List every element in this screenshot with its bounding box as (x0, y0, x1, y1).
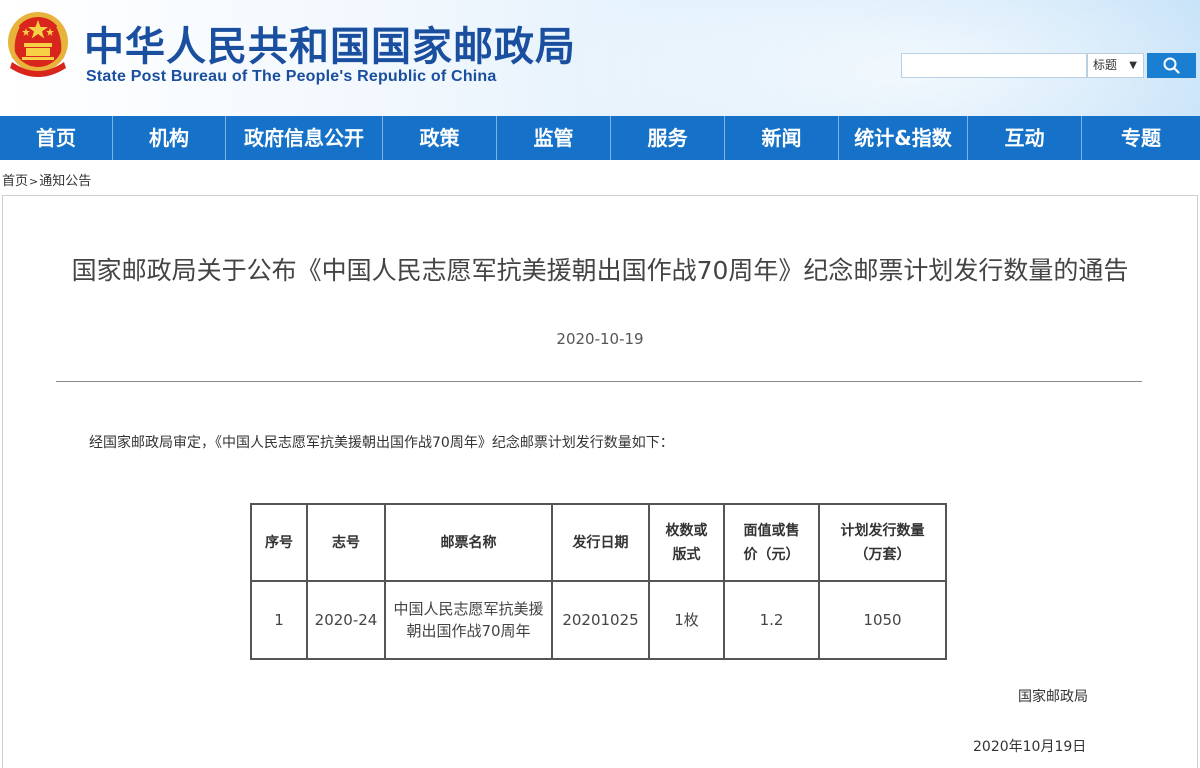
breadcrumb-separator: > (29, 175, 39, 188)
article-title: 国家邮政局关于公布《中国人民志愿军抗美援朝出国作战70周年》纪念邮票计划发行数量… (71, 256, 1129, 285)
table-header-row: 序号 志号 邮票名称 发行日期 枚数或版式 面值或售价（元） 计划发行数量（万套… (250, 503, 947, 582)
breadcrumb: 首页>通知公告 (2, 170, 91, 189)
table-header-cell: 志号 (306, 503, 386, 582)
table-cell: 1 (250, 580, 308, 660)
table-cell: 1.2 (723, 580, 820, 660)
search-field-select[interactable]: 标题 ▼ (1087, 53, 1144, 78)
table-header-cell: 枚数或版式 (648, 503, 725, 582)
article-intro: 经国家邮政局审定，《中国人民志愿军抗美援朝出国作战70周年》纪念邮票计划发行数量… (89, 435, 674, 451)
nav-item-news[interactable]: 新闻 (725, 116, 839, 160)
table-cell: 2020-24 (306, 580, 386, 660)
table-cell: 1050 (818, 580, 947, 660)
site-title-en[interactable]: State Post Bureau of The People's Republ… (86, 68, 497, 86)
site-header: 中华人民共和国国家邮政局 State Post Bureau of The Pe… (0, 0, 1200, 116)
table-header-cell: 序号 (250, 503, 308, 582)
nav-item-statistics[interactable]: 统计&指数 (839, 116, 968, 160)
national-emblem-icon[interactable] (4, 6, 72, 86)
table-row: 1 2020-24 中国人民志愿军抗美援朝出国作战70周年 20201025 1… (250, 580, 947, 660)
table-cell: 中国人民志愿军抗美援朝出国作战70周年 (384, 580, 553, 660)
nav-item-interaction[interactable]: 互动 (968, 116, 1082, 160)
signature-date: 2020年10月19日 (973, 739, 1087, 755)
nav-item-policy[interactable]: 政策 (383, 116, 497, 160)
nav-item-gov-info[interactable]: 政府信息公开 (226, 116, 383, 160)
breadcrumb-current-link[interactable]: 通知公告 (39, 174, 91, 189)
site-title-cn[interactable]: 中华人民共和国国家邮政局 (84, 14, 576, 72)
title-divider (56, 381, 1142, 382)
search-button[interactable] (1147, 53, 1196, 78)
nav-item-organization[interactable]: 机构 (113, 116, 226, 160)
article-date: 2020-10-19 (556, 330, 644, 348)
signature-org: 国家邮政局 (1018, 689, 1088, 705)
breadcrumb-home-link[interactable]: 首页 (2, 174, 28, 189)
nav-item-supervision[interactable]: 监管 (497, 116, 611, 160)
table-header-cell: 发行日期 (551, 503, 650, 582)
search-icon (1163, 57, 1180, 74)
main-nav: 首页 机构 政府信息公开 政策 监管 服务 新闻 统计&指数 互动 专题 (0, 116, 1200, 160)
nav-item-services[interactable]: 服务 (611, 116, 725, 160)
table-cell: 20201025 (551, 580, 650, 660)
table-header-cell: 邮票名称 (384, 503, 553, 582)
search-field-select-value: 标题 (1093, 58, 1118, 72)
table-header-cell: 面值或售价（元） (723, 503, 820, 582)
nav-item-topics[interactable]: 专题 (1082, 116, 1200, 160)
nav-item-home[interactable]: 首页 (0, 116, 113, 160)
stamp-issue-table: 序号 志号 邮票名称 发行日期 枚数或版式 面值或售价（元） 计划发行数量（万套… (250, 503, 947, 660)
table-cell: 1枚 (648, 580, 725, 660)
table-header-cell: 计划发行数量（万套） (818, 503, 947, 582)
dropdown-arrow-icon: ▼ (1129, 60, 1137, 71)
search-input[interactable] (901, 53, 1087, 78)
